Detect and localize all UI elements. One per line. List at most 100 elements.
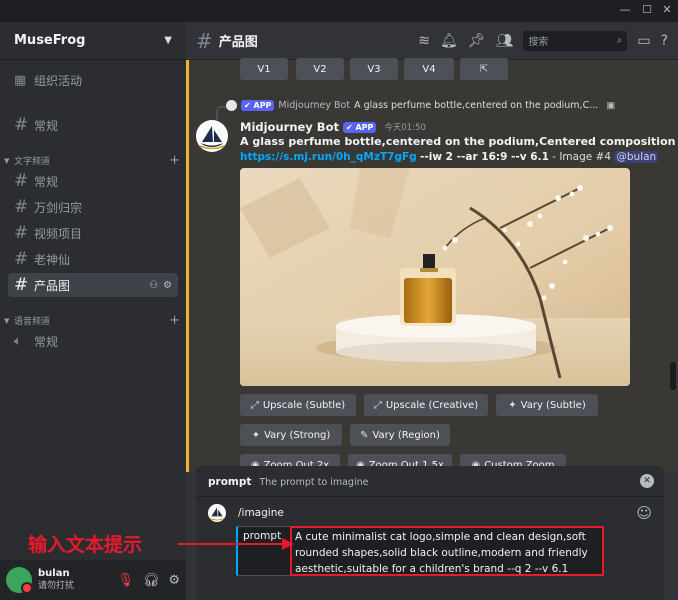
variation-button[interactable]: V1 [240, 58, 288, 80]
sidebar-item-general-top[interactable]: # 常规 [8, 113, 178, 137]
message-prompt: A glass perfume bottle,centered on the p… [240, 135, 676, 148]
pin-icon[interactable]: 📌︎ [468, 33, 486, 49]
expand-icon: ⤢ [373, 399, 382, 411]
category-label: 语音频道 [14, 317, 51, 327]
bot-avatar[interactable] [196, 120, 228, 152]
category-text-channels[interactable]: ▼ 文字频道 + [4, 153, 180, 168]
title-bar: — ☐ ✕ [0, 0, 678, 22]
image-icon: ▣ [606, 100, 616, 111]
gear-icon[interactable]: ⚙ [163, 280, 172, 291]
sidebar-item-label: 万剑归宗 [34, 200, 83, 215]
message-params: https://s.mj.run/0h_qMzT7gFg --iw 2 --ar… [240, 151, 659, 163]
vary-subtle-button[interactable]: ✦ Vary (Subtle) [496, 394, 598, 416]
image-link[interactable]: https://s.mj.run/0h_qMzT7gFg [240, 151, 417, 163]
category-label: 文字频道 [14, 157, 51, 167]
main-content: # 产品图 ≋ 🔔︎ 📌︎ 👥︎ 搜索 ⌕ ▭ ? V1 V2 V3 V4 ⇱ … [186, 22, 678, 600]
sidebar-item-channel[interactable]: # 常规 [8, 169, 178, 193]
prompt-input[interactable]: A cute minimalist cat logo,simple and cl… [290, 526, 604, 576]
variation-button[interactable]: V2 [296, 58, 344, 80]
expand-icon: ⤢ [250, 399, 259, 411]
avatar[interactable] [6, 567, 33, 594]
reply-snippet: A glass perfume bottle,centered on the p… [354, 100, 599, 111]
prompt-option-chip[interactable]: prompt [236, 526, 290, 576]
sidebar-item-channel[interactable]: # 老神仙 [8, 247, 178, 271]
generated-image[interactable] [240, 168, 630, 386]
variation-button[interactable]: V4 [404, 58, 454, 80]
external-link-icon: ⇱ [479, 63, 489, 75]
server-name: MuseFrog [14, 33, 86, 48]
scrollbar[interactable] [670, 362, 676, 390]
upscale-creative-button[interactable]: ⤢ Upscale (Creative) [364, 394, 488, 416]
channel-sidebar: MuseFrog ▼ ▦ 组织活动 # 常规 ▼ 文字频道 + # 常规 # 万… [0, 22, 186, 600]
sidebar-item-channel[interactable]: # 万剑归宗 [8, 195, 178, 219]
vary-strong-button[interactable]: ✦ Vary (Strong) [240, 424, 342, 446]
close-window-button[interactable]: ✕ [656, 3, 678, 16]
invite-icon[interactable]: ⚇ [149, 280, 158, 291]
help-icon[interactable]: ? [661, 33, 668, 49]
user-name: bulan [38, 568, 70, 579]
app-badge: ✔ APP [342, 121, 377, 133]
hash-icon: # [14, 171, 29, 191]
headphones-icon[interactable]: 🎧︎ [143, 573, 160, 588]
calendar-icon: ▦ [14, 72, 27, 88]
search-input[interactable]: 搜索 ⌕ [523, 30, 628, 51]
channel-header: # 产品图 ≋ 🔔︎ 📌︎ 👥︎ 搜索 ⌕ ▭ ? [186, 22, 678, 60]
inbox-icon[interactable]: ▭ [637, 33, 650, 49]
message-header: Midjourney Bot ✔ APP 今天01:50 [240, 120, 426, 134]
slash-command-panel: prompt The prompt to imagine ✕ /imagine … [196, 466, 664, 600]
annotation-label: 输入文本提示 [28, 534, 143, 556]
add-channel-icon[interactable]: + [169, 153, 180, 168]
user-mention[interactable]: @bulan [614, 151, 659, 163]
vary-region-button[interactable]: ✎ Vary (Region) [350, 424, 450, 446]
hash-icon: # [14, 223, 29, 243]
chevron-down-icon: ▼ [4, 156, 10, 165]
microphone-muted-icon[interactable]: 🎙︎ [117, 573, 134, 588]
reply-author: Midjourney Bot [278, 100, 351, 111]
emoji-icon[interactable]: ☺ [636, 504, 652, 522]
channel-title: 产品图 [218, 35, 258, 50]
add-channel-icon[interactable]: + [169, 313, 180, 328]
sidebar-item-label: 组织活动 [34, 73, 83, 88]
gear-icon[interactable]: ⚙ [168, 573, 180, 588]
sidebar-item-channel-active[interactable]: # 产品图 ⚇ ⚙ [8, 273, 178, 297]
bell-icon[interactable]: 🔔︎ [440, 33, 458, 49]
threads-icon[interactable]: ≋ [418, 33, 430, 49]
message-author[interactable]: Midjourney Bot [240, 120, 339, 134]
params-text: --iw 2 --ar 16:9 --v 6.1 [420, 151, 549, 163]
option-name: prompt [208, 476, 252, 488]
sidebar-item-label: 常规 [34, 334, 59, 349]
option-description: The prompt to imagine [259, 476, 369, 488]
speaker-icon: 🔈︎ [14, 333, 22, 349]
sidebar-item-events[interactable]: ▦ 组织活动 [8, 68, 178, 92]
sidebar-item-voice-channel[interactable]: 🔈︎ 常规 [8, 329, 178, 353]
sidebar-item-label: 视频项目 [34, 226, 83, 241]
server-header[interactable]: MuseFrog ▼ [0, 22, 186, 60]
bot-avatar [208, 504, 226, 522]
divider [196, 496, 664, 497]
maximize-button[interactable]: ☐ [636, 3, 658, 16]
category-voice-channels[interactable]: ▼ 语音频道 + [4, 313, 180, 328]
app-badge: ✔ APP [241, 100, 275, 111]
hash-icon: # [14, 197, 29, 217]
upscale-subtle-button[interactable]: ⤢ Upscale (Subtle) [240, 394, 356, 416]
chevron-down-icon: ▼ [4, 316, 10, 325]
hash-icon: # [14, 275, 29, 295]
annotation-arrow [178, 543, 286, 545]
reply-reference[interactable]: ✔ APP Midjourney Bot A glass perfume bot… [226, 100, 615, 111]
sidebar-item-label: 产品图 [34, 278, 71, 293]
close-icon[interactable]: ✕ [640, 474, 654, 488]
image-index: - Image #4 [548, 151, 615, 163]
user-status: 请勿打扰 [38, 581, 75, 591]
hash-icon: # [14, 115, 29, 135]
command-name: /imagine [238, 507, 284, 519]
user-panel: bulan 请勿打扰 🎙︎ 🎧︎ ⚙ [0, 560, 186, 600]
message-timestamp: 今天01:50 [384, 123, 426, 133]
minimize-button[interactable]: — [614, 3, 636, 16]
variation-button[interactable]: V3 [350, 58, 398, 80]
search-icon: ⌕ [616, 35, 623, 46]
members-icon[interactable]: 👥︎ [496, 33, 514, 49]
mention-highlight-bar [186, 60, 189, 472]
sidebar-item-label: 常规 [34, 174, 59, 189]
redo-button[interactable]: ⇱ [460, 58, 508, 80]
sidebar-item-channel[interactable]: # 视频项目 [8, 221, 178, 245]
